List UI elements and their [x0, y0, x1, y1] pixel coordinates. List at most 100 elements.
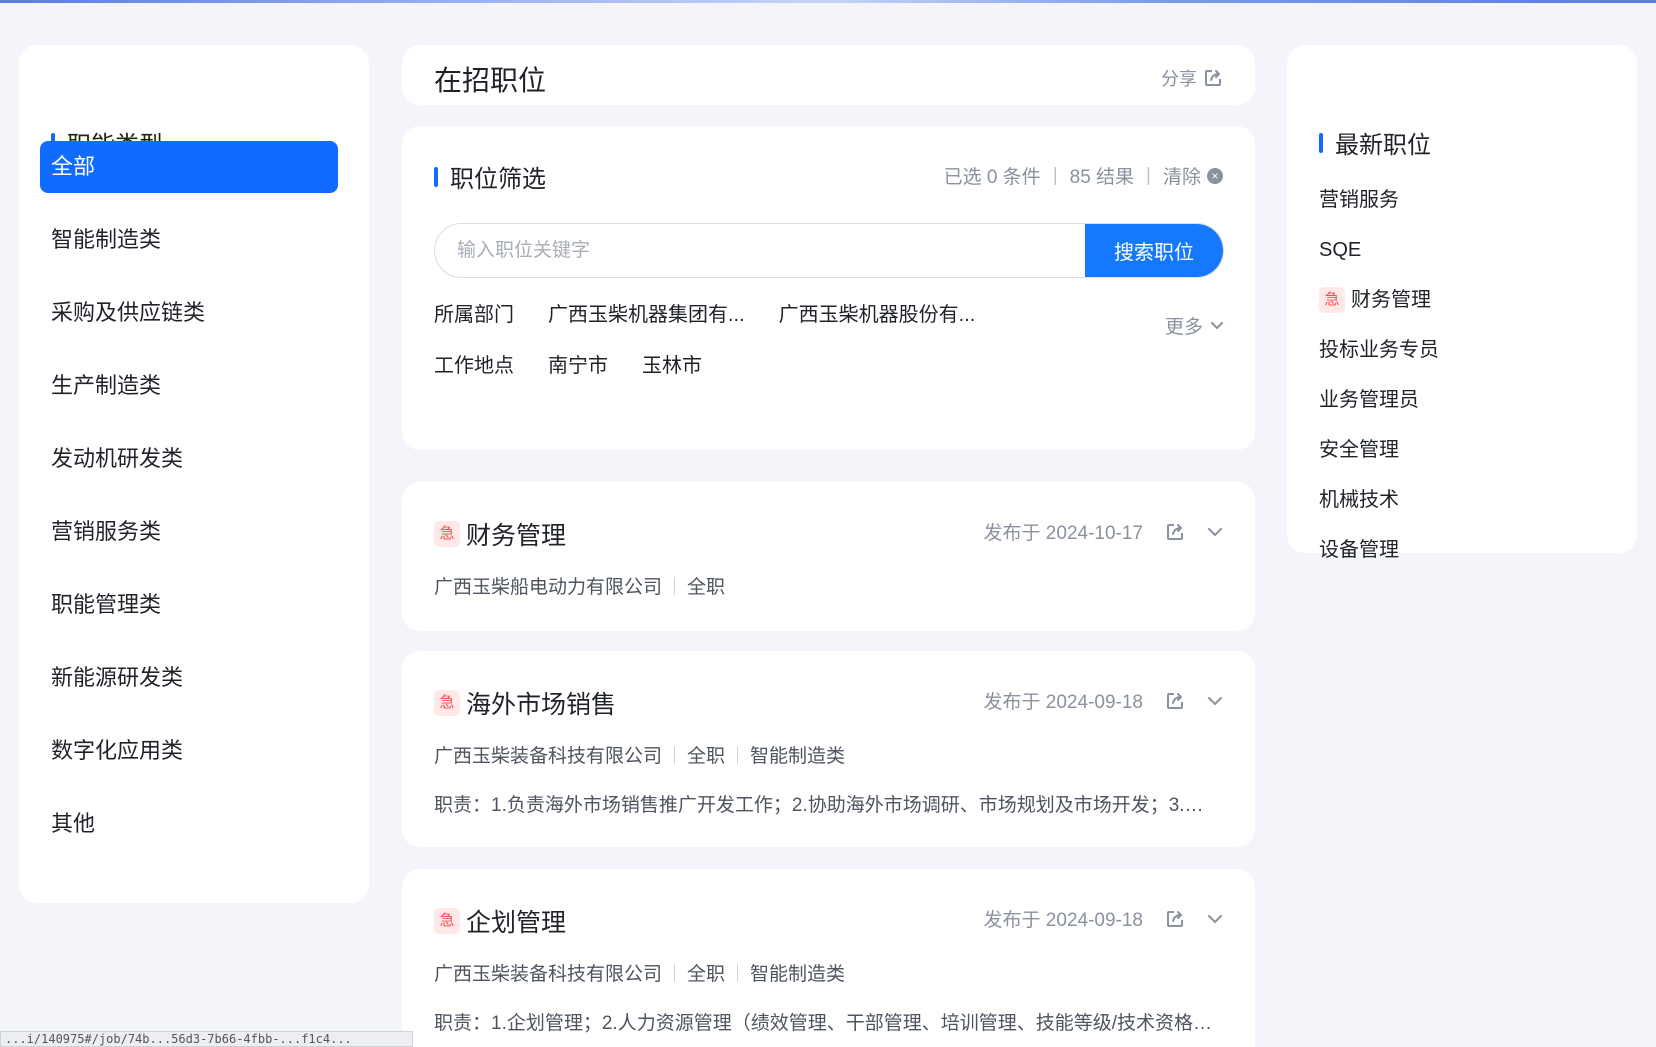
chevron-down-icon[interactable] [1207, 696, 1223, 706]
stats-divider: | [1146, 164, 1151, 186]
employment-type: 全职 [687, 964, 726, 985]
share-icon[interactable] [1165, 909, 1185, 929]
latest-positions-title: 最新职位 [1335, 132, 1431, 159]
share-icon[interactable] [1165, 522, 1185, 542]
location-filter-row: 工作地点 南宁市 玉林市 [434, 349, 736, 378]
latest-positions-panel: 最新职位 营销服务 SQE 急财务管理 投标业务专员 业务管理员 安全管理 机械… [1287, 45, 1637, 561]
chevron-down-icon[interactable] [1207, 914, 1223, 924]
search-jobs-button[interactable]: 搜索职位 [1085, 224, 1223, 277]
latest-position-label: 安全管理 [1319, 439, 1399, 461]
top-banner-strip [0, 0, 1656, 3]
job-meta: 发布于 2024-09-18 [984, 905, 1223, 932]
department-option[interactable]: 广西玉柴机器股份有... [779, 298, 976, 327]
share-icon [1203, 68, 1223, 88]
company-name: 广西玉柴装备科技有限公司 [434, 746, 663, 767]
clear-x-icon: × [1207, 167, 1223, 184]
function-type-item[interactable]: 其他 [40, 798, 338, 850]
publish-date: 发布于 2024-09-18 [983, 910, 1143, 931]
more-label: 更多 [1164, 317, 1203, 338]
employment-type: 全职 [687, 577, 726, 598]
job-title[interactable]: 财务管理 [466, 516, 566, 552]
page-title: 在招职位 [434, 65, 547, 96]
company-name: 广西玉柴船电动力有限公司 [434, 577, 663, 598]
share-icon[interactable] [1165, 691, 1185, 711]
function-type-item-all[interactable]: 全部 [40, 141, 338, 193]
latest-position-label: SQE [1319, 239, 1362, 261]
filter-title: 职位筛选 [450, 166, 546, 193]
clear-filter-button[interactable]: 清除 × [1163, 162, 1223, 189]
tag-divider [674, 963, 676, 982]
urgent-badge: 急 [1319, 287, 1345, 313]
more-filters-button[interactable]: 更多 [1165, 312, 1223, 339]
function-type-panel: 职能类型 全部 智能制造类 采购及供应链类 生产制造类 发动机研发类 营销服务类… [19, 45, 369, 903]
tag-divider [737, 963, 739, 982]
urgent-badge: 急 [434, 521, 460, 547]
latest-position-link[interactable]: 投标业务专员 [1319, 325, 1439, 375]
heading-accent-bar [1319, 132, 1323, 153]
job-description: 职责：1.负责海外市场销售推广开发工作；2.协助海外市场调研、市场规划及市场开发… [434, 795, 1214, 816]
job-title[interactable]: 海外市场销售 [466, 685, 616, 721]
latest-position-label: 投标业务专员 [1319, 339, 1439, 361]
job-filter-panel: 职位筛选 已选 0 条件 | 85 结果 | 清除 × 搜索职位 所属部门 广西… [402, 126, 1255, 450]
job-tags: 广西玉柴装备科技有限公司 全职 智能制造类 [434, 959, 845, 986]
function-type-item[interactable]: 发动机研发类 [40, 433, 338, 485]
job-keyword-input[interactable] [435, 224, 1085, 277]
location-label: 工作地点 [434, 355, 514, 377]
company-name: 广西玉柴装备科技有限公司 [434, 964, 663, 985]
tag-divider [674, 576, 676, 595]
job-category: 智能制造类 [750, 964, 846, 985]
department-option[interactable]: 广西玉柴机器集团有... [548, 298, 745, 327]
latest-position-link[interactable]: SQE [1319, 225, 1439, 275]
location-option[interactable]: 玉林市 [642, 349, 702, 378]
chevron-down-icon[interactable] [1207, 527, 1223, 537]
clear-label: 清除 [1162, 167, 1201, 188]
latest-positions-list: 营销服务 SQE 急财务管理 投标业务专员 业务管理员 安全管理 机械技术 设备… [1319, 175, 1439, 575]
urgent-badge: 急 [434, 690, 460, 716]
tag-divider [737, 745, 739, 764]
job-search-bar: 搜索职位 [434, 223, 1224, 278]
open-positions-header: 在招职位 分享 [402, 45, 1255, 105]
job-card[interactable]: 急 海外市场销售 发布于 2024-09-18 广西玉柴装备科技有限公司 全职 … [402, 651, 1255, 847]
publish-date: 发布于 2024-10-17 [983, 523, 1143, 544]
filter-heading: 职位筛选 [434, 159, 546, 194]
latest-position-label: 设备管理 [1319, 539, 1399, 561]
function-type-item[interactable]: 新能源研发类 [40, 652, 338, 704]
latest-position-link[interactable]: 设备管理 [1319, 525, 1439, 575]
latest-position-link[interactable]: 急财务管理 [1319, 275, 1439, 325]
browser-status-url: ...i/140975#/job/74b...56d3-7b66-4fbb-..… [0, 1031, 413, 1047]
job-title[interactable]: 企划管理 [466, 903, 566, 939]
latest-position-link[interactable]: 业务管理员 [1319, 375, 1439, 425]
tag-divider [674, 745, 676, 764]
latest-position-label: 财务管理 [1351, 289, 1431, 311]
share-label: 分享 [1161, 69, 1197, 89]
publish-date: 发布于 2024-09-18 [983, 692, 1143, 713]
latest-position-label: 业务管理员 [1319, 389, 1419, 411]
filter-stats: 已选 0 条件 | 85 结果 | 清除 × [944, 162, 1223, 189]
employment-type: 全职 [687, 746, 726, 767]
job-title-row: 急 企划管理 [434, 903, 566, 939]
latest-position-link[interactable]: 机械技术 [1319, 475, 1439, 525]
function-type-item[interactable]: 智能制造类 [40, 214, 338, 266]
share-button[interactable]: 分享 [1161, 65, 1223, 91]
function-type-item[interactable]: 营销服务类 [40, 506, 338, 558]
job-card[interactable]: 急 财务管理 发布于 2024-10-17 广西玉柴船电动力有限公司 全职 [402, 482, 1255, 631]
function-type-item[interactable]: 数字化应用类 [40, 725, 338, 777]
function-type-item[interactable]: 生产制造类 [40, 360, 338, 412]
job-card[interactable]: 急 企划管理 发布于 2024-09-18 广西玉柴装备科技有限公司 全职 智能… [402, 869, 1255, 1047]
function-type-item[interactable]: 采购及供应链类 [40, 287, 338, 339]
result-count: 85 结果 [1069, 167, 1135, 188]
latest-position-link[interactable]: 营销服务 [1319, 175, 1439, 225]
location-option[interactable]: 南宁市 [548, 349, 608, 378]
latest-position-label: 营销服务 [1319, 189, 1399, 211]
job-category: 智能制造类 [750, 746, 846, 767]
job-title-row: 急 海外市场销售 [434, 685, 616, 721]
job-meta: 发布于 2024-10-17 [984, 518, 1223, 545]
department-label: 所属部门 [434, 304, 514, 326]
job-description: 职责：1.企划管理；2.人力资源管理（绩效管理、干部管理、培训管理、技能等级/技… [434, 1013, 1214, 1034]
latest-position-link[interactable]: 安全管理 [1319, 425, 1439, 475]
stats-divider: | [1052, 164, 1058, 186]
latest-position-label: 机械技术 [1319, 489, 1399, 511]
department-filter-row: 所属部门 广西玉柴机器集团有... 广西玉柴机器股份有... [434, 298, 1009, 327]
function-type-item[interactable]: 职能管理类 [40, 579, 338, 631]
function-type-list: 全部 智能制造类 采购及供应链类 生产制造类 发动机研发类 营销服务类 职能管理… [40, 141, 338, 871]
